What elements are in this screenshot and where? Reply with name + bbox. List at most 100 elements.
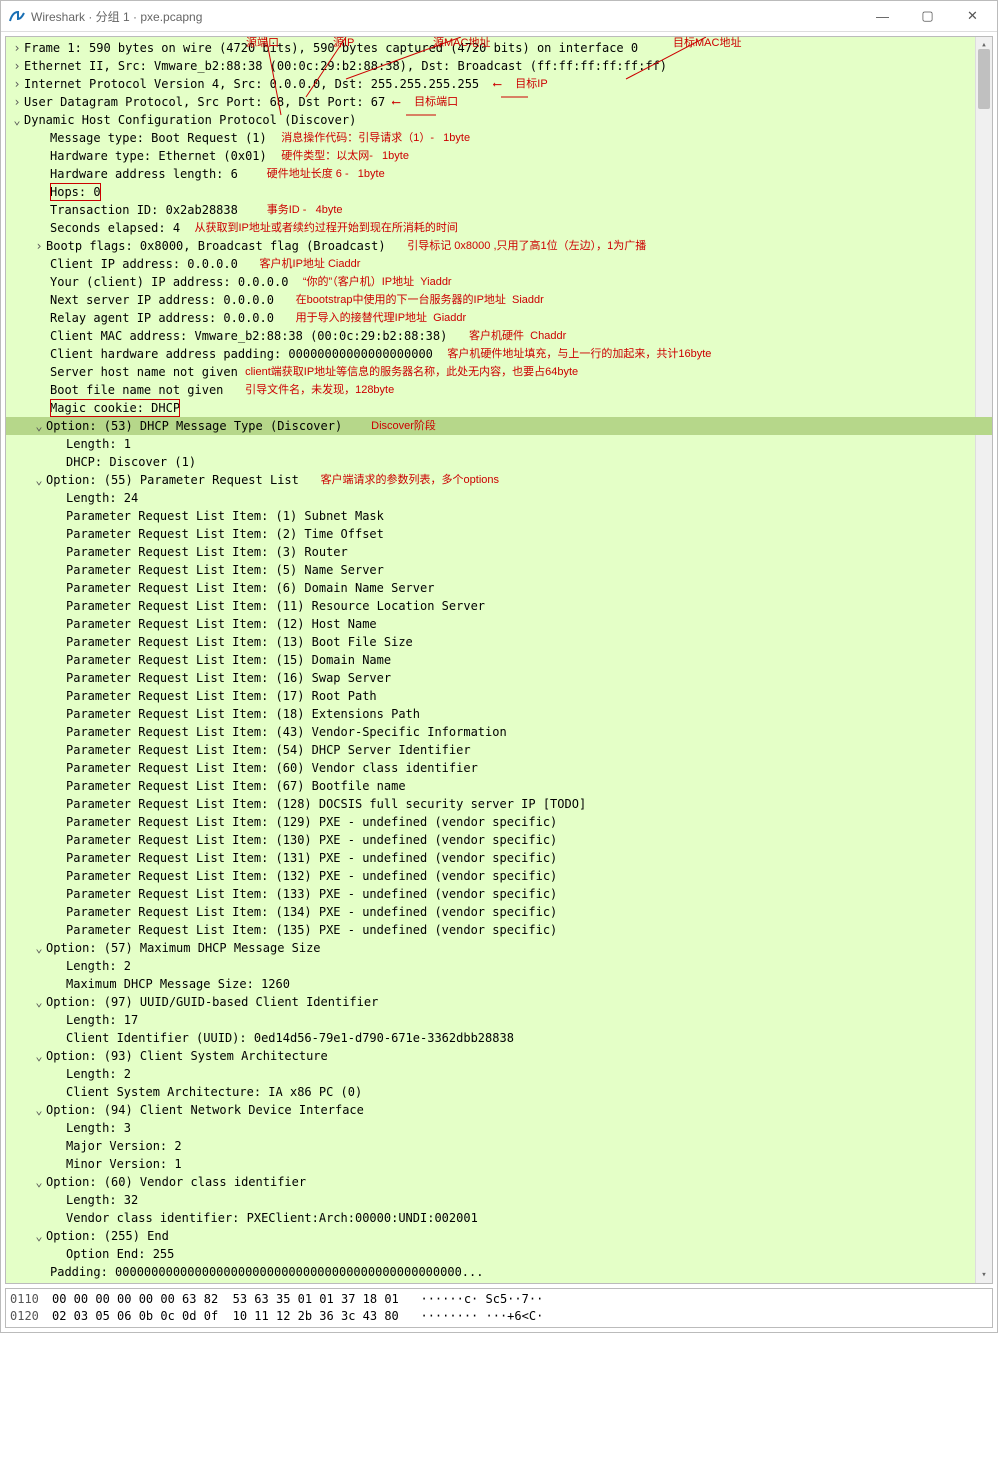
- row-opt60-len[interactable]: Length: 32: [6, 1191, 992, 1209]
- row-prl-item[interactable]: Parameter Request List Item: (2) Time Of…: [6, 525, 992, 543]
- row-opt93[interactable]: ⌄Option: (93) Client System Architecture: [6, 1047, 992, 1065]
- row-prl-item[interactable]: Parameter Request List Item: (6) Domain …: [6, 579, 992, 597]
- row-boot-file[interactable]: Boot file name not given 引导文件名，未发现，128by…: [6, 381, 992, 399]
- row-giaddr[interactable]: Relay agent IP address: 0.0.0.0 用于导入的接替代…: [6, 309, 992, 327]
- row-opt94[interactable]: ⌄Option: (94) Client Network Device Inte…: [6, 1101, 992, 1119]
- wireshark-packet-window: Wireshark · 分组 1 · pxe.pcapng — ▢ ✕ 源端口 …: [0, 0, 998, 1333]
- row-prl-item[interactable]: Parameter Request List Item: (131) PXE -…: [6, 849, 992, 867]
- row-siaddr[interactable]: Next server IP address: 0.0.0.0 在bootstr…: [6, 291, 992, 309]
- row-prl-item[interactable]: Parameter Request List Item: (133) PXE -…: [6, 885, 992, 903]
- row-prl-item[interactable]: Parameter Request List Item: (16) Swap S…: [6, 669, 992, 687]
- hex-row[interactable]: 012002 03 05 06 0b 0c 0d 0f 10 11 12 2b …: [10, 1308, 992, 1325]
- row-prl-item[interactable]: Parameter Request List Item: (132) PXE -…: [6, 867, 992, 885]
- row-opt55[interactable]: ⌄Option: (55) Parameter Request List 客户端…: [6, 471, 992, 489]
- row-prl-item[interactable]: Parameter Request List Item: (13) Boot F…: [6, 633, 992, 651]
- row-opt57-val[interactable]: Maximum DHCP Message Size: 1260: [6, 975, 992, 993]
- row-prl-item[interactable]: Parameter Request List Item: (18) Extens…: [6, 705, 992, 723]
- row-opt57[interactable]: ⌄Option: (57) Maximum DHCP Message Size: [6, 939, 992, 957]
- row-prl-item[interactable]: Parameter Request List Item: (128) DOCSI…: [6, 795, 992, 813]
- row-opt53-val[interactable]: DHCP: Discover (1): [6, 453, 992, 471]
- row-prl-item[interactable]: Parameter Request List Item: (54) DHCP S…: [6, 741, 992, 759]
- row-xid[interactable]: Transaction ID: 0x2ab28838 事务ID - 4byte: [6, 201, 992, 219]
- row-opt97[interactable]: ⌄Option: (97) UUID/GUID-based Client Ide…: [6, 993, 992, 1011]
- expand-icon[interactable]: ›: [32, 237, 46, 255]
- maximize-button[interactable]: ▢: [905, 2, 950, 30]
- row-prl-item[interactable]: Parameter Request List Item: (15) Domain…: [6, 651, 992, 669]
- row-opt255-val[interactable]: Option End: 255: [6, 1245, 992, 1263]
- row-secs[interactable]: Seconds elapsed: 4 从获取到IP地址或者续约过程开始到现在所消…: [6, 219, 992, 237]
- wireshark-icon: [9, 8, 25, 24]
- row-opt60[interactable]: ⌄Option: (60) Vendor class identifier: [6, 1173, 992, 1191]
- row-hops[interactable]: Hops: 0: [6, 183, 992, 201]
- label-src-port: 源端口: [246, 34, 279, 52]
- packet-details-panel[interactable]: ▴ ▾ ›Frame 1: 590 bytes on wire (4720 bi…: [5, 36, 993, 1284]
- expand-icon[interactable]: ›: [10, 75, 24, 93]
- row-opt255[interactable]: ⌄Option: (255) End: [6, 1227, 992, 1245]
- row-prl-item[interactable]: Parameter Request List Item: (135) PXE -…: [6, 921, 992, 939]
- collapse-icon[interactable]: ⌄: [32, 993, 46, 1011]
- row-yiaddr[interactable]: Your (client) IP address: 0.0.0.0 “你的”（客…: [6, 273, 992, 291]
- row-sname[interactable]: Server host name not given client端获取IP地址…: [6, 363, 992, 381]
- row-opt53[interactable]: ⌄Option: (53) DHCP Message Type (Discove…: [6, 417, 992, 435]
- row-opt94-maj[interactable]: Major Version: 2: [6, 1137, 992, 1155]
- row-prl-item[interactable]: Parameter Request List Item: (60) Vendor…: [6, 759, 992, 777]
- row-hw-len[interactable]: Hardware address length: 6 硬件地址长度 6 - 1b…: [6, 165, 992, 183]
- row-chaddr[interactable]: Client MAC address: Vmware_b2:88:38 (00:…: [6, 327, 992, 345]
- row-opt60-val[interactable]: Vendor class identifier: PXEClient:Arch:…: [6, 1209, 992, 1227]
- close-button[interactable]: ✕: [950, 2, 995, 30]
- row-prl-item[interactable]: Parameter Request List Item: (3) Router: [6, 543, 992, 561]
- row-prl-item[interactable]: Parameter Request List Item: (12) Host N…: [6, 615, 992, 633]
- minimize-button[interactable]: —: [860, 2, 905, 30]
- row-ethernet[interactable]: ›Ethernet II, Src: Vmware_b2:88:38 (00:0…: [6, 57, 992, 75]
- protocol-tree[interactable]: ›Frame 1: 590 bytes on wire (4720 bits),…: [6, 37, 992, 1283]
- row-flags[interactable]: ›Bootp flags: 0x8000, Broadcast flag (Br…: [6, 237, 992, 255]
- collapse-icon[interactable]: ⌄: [32, 417, 46, 435]
- row-prl-item[interactable]: Parameter Request List Item: (130) PXE -…: [6, 831, 992, 849]
- label-src-ip: 源IP: [333, 34, 354, 52]
- row-prl-item[interactable]: Parameter Request List Item: (5) Name Se…: [6, 561, 992, 579]
- row-opt93-val[interactable]: Client System Architecture: IA x86 PC (0…: [6, 1083, 992, 1101]
- row-frame[interactable]: ›Frame 1: 590 bytes on wire (4720 bits),…: [6, 39, 992, 57]
- row-prl-item[interactable]: Parameter Request List Item: (1) Subnet …: [6, 507, 992, 525]
- row-prl-item[interactable]: Parameter Request List Item: (43) Vendor…: [6, 723, 992, 741]
- row-chaddr-pad[interactable]: Client hardware address padding: 0000000…: [6, 345, 992, 363]
- row-prl-item[interactable]: Parameter Request List Item: (67) Bootfi…: [6, 777, 992, 795]
- content-area: 源端口 源IP 源MAC地址 目标MAC地址 ▴ ▾ ›Frame 1: 590…: [1, 36, 997, 1328]
- row-opt94-min[interactable]: Minor Version: 1: [6, 1155, 992, 1173]
- row-hw-type[interactable]: Hardware type: Ethernet (0x01) 硬件类型：以太网-…: [6, 147, 992, 165]
- expand-icon[interactable]: ›: [10, 57, 24, 75]
- expand-icon[interactable]: ›: [10, 39, 24, 57]
- row-opt57-len[interactable]: Length: 2: [6, 957, 992, 975]
- note-dst-port: 目标端口: [414, 93, 458, 111]
- collapse-icon[interactable]: ⌄: [10, 111, 24, 129]
- row-msg-type[interactable]: Message type: Boot Request (1) 消息操作代码：引导…: [6, 129, 992, 147]
- collapse-icon[interactable]: ⌄: [32, 471, 46, 489]
- row-udp[interactable]: ›User Datagram Protocol, Src Port: 68, D…: [6, 93, 992, 111]
- row-prl-item[interactable]: Parameter Request List Item: (129) PXE -…: [6, 813, 992, 831]
- row-prl-item[interactable]: Parameter Request List Item: (17) Root P…: [6, 687, 992, 705]
- collapse-icon[interactable]: ⌄: [32, 1101, 46, 1119]
- row-magic-cookie[interactable]: Magic cookie: DHCP: [6, 399, 992, 417]
- row-padding[interactable]: Padding: 0000000000000000000000000000000…: [6, 1263, 992, 1281]
- row-opt97-val[interactable]: Client Identifier (UUID): 0ed14d56-79e1-…: [6, 1029, 992, 1047]
- label-dst-mac: 目标MAC地址: [673, 34, 741, 52]
- collapse-icon[interactable]: ⌄: [32, 1173, 46, 1191]
- row-opt53-len[interactable]: Length: 1: [6, 435, 992, 453]
- window-buttons: — ▢ ✕: [860, 2, 995, 30]
- row-ip[interactable]: ›Internet Protocol Version 4, Src: 0.0.0…: [6, 75, 992, 93]
- hex-dump-panel[interactable]: 011000 00 00 00 00 00 63 82 53 63 35 01 …: [5, 1288, 993, 1328]
- titlebar[interactable]: Wireshark · 分组 1 · pxe.pcapng — ▢ ✕: [1, 1, 997, 32]
- row-opt93-len[interactable]: Length: 2: [6, 1065, 992, 1083]
- row-prl-item[interactable]: Parameter Request List Item: (11) Resour…: [6, 597, 992, 615]
- row-opt94-len[interactable]: Length: 3: [6, 1119, 992, 1137]
- row-dhcp[interactable]: ⌄Dynamic Host Configuration Protocol (Di…: [6, 111, 992, 129]
- hex-row[interactable]: 011000 00 00 00 00 00 63 82 53 63 35 01 …: [10, 1291, 992, 1308]
- row-ciaddr[interactable]: Client IP address: 0.0.0.0 客户机IP地址 Ciadd…: [6, 255, 992, 273]
- row-opt55-len[interactable]: Length: 24: [6, 489, 992, 507]
- expand-icon[interactable]: ›: [10, 93, 24, 111]
- collapse-icon[interactable]: ⌄: [32, 1047, 46, 1065]
- collapse-icon[interactable]: ⌄: [32, 939, 46, 957]
- collapse-icon[interactable]: ⌄: [32, 1227, 46, 1245]
- row-prl-item[interactable]: Parameter Request List Item: (134) PXE -…: [6, 903, 992, 921]
- row-opt97-len[interactable]: Length: 17: [6, 1011, 992, 1029]
